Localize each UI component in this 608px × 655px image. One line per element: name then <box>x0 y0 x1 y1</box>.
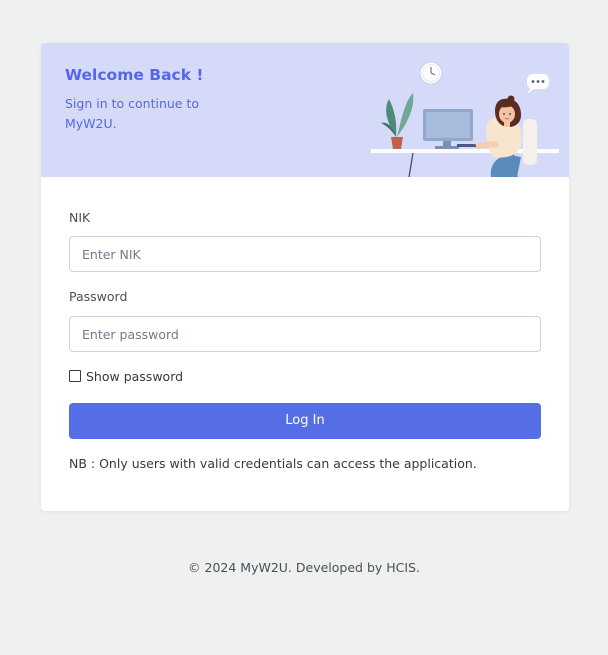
nik-label: NIK <box>69 210 91 225</box>
plant-icon <box>381 93 414 149</box>
welcome-title: Welcome Back ! <box>65 66 204 84</box>
show-password-label[interactable]: Show password <box>86 369 183 384</box>
show-password-row[interactable]: Show password <box>69 368 183 384</box>
show-password-checkbox[interactable] <box>69 370 81 382</box>
clock-icon <box>419 61 443 85</box>
woman-figure <box>475 95 522 177</box>
monitor-icon <box>423 109 477 149</box>
welcome-subtitle: Sign in to continue to MyW2U. <box>65 96 200 131</box>
chat-bubble-icon <box>527 74 549 94</box>
login-button[interactable]: Log In <box>69 403 541 439</box>
password-label: Password <box>69 289 128 304</box>
footer-copyright: © 2024 MyW2U. Developed by HCIS. <box>188 560 420 575</box>
credentials-note: NB : Only users with valid credentials c… <box>69 456 477 471</box>
welcome-header: Welcome Back ! Sign in to continue to My… <box>41 43 569 177</box>
login-card: Welcome Back ! Sign in to continue to My… <box>41 43 569 511</box>
password-input[interactable] <box>69 316 541 352</box>
woman-working-illustration <box>371 61 559 177</box>
nik-input[interactable] <box>69 236 541 272</box>
